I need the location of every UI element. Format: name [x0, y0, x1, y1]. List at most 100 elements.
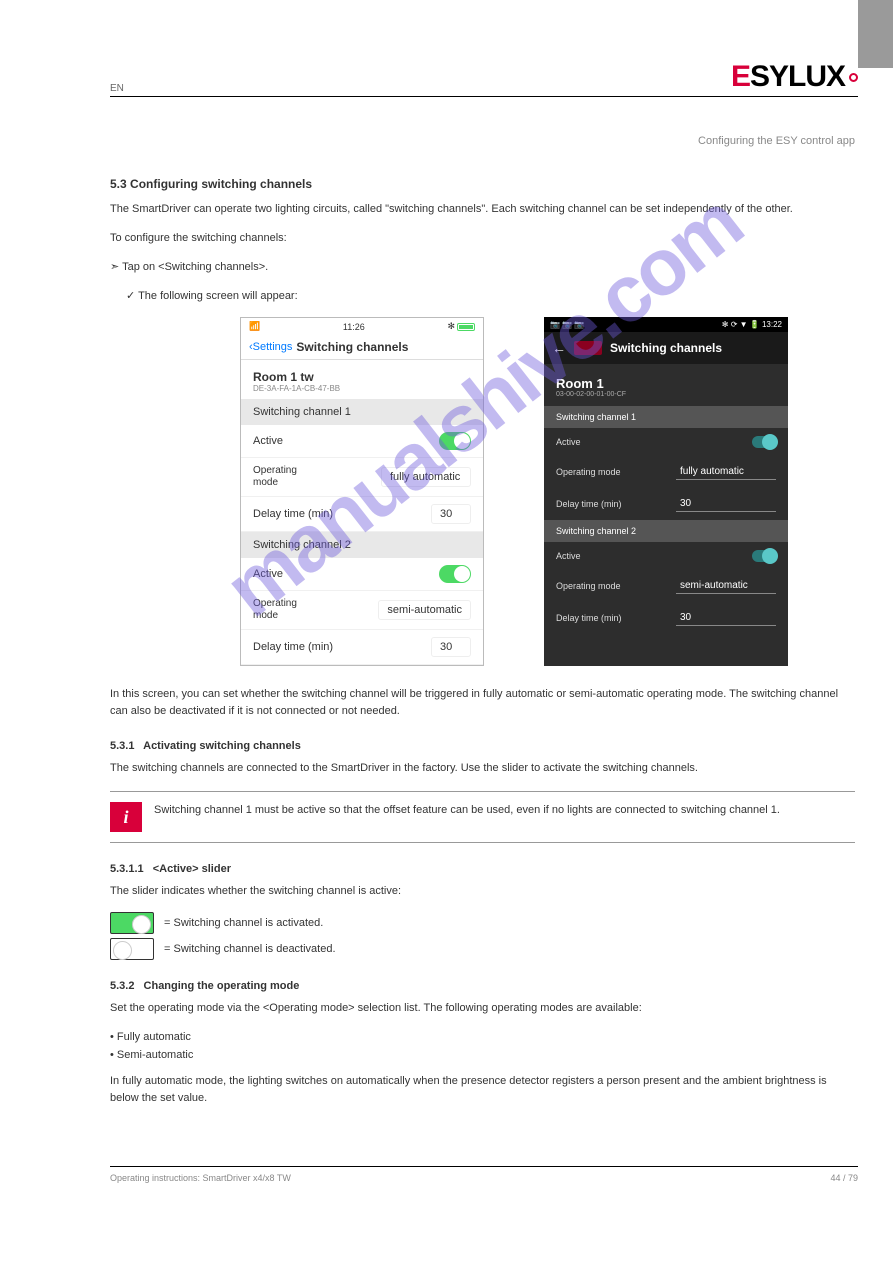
- steps-intro: To configure the switching channels:: [110, 230, 855, 247]
- android-ch2-opmode-row: Operating mode semi-automatic: [544, 570, 788, 602]
- toggle-on-example: = Switching channel is activated.: [110, 912, 855, 934]
- toggle-off-example: = Switching channel is deactivated.: [110, 938, 855, 960]
- android-status-right: ✻ ⟳ ▼ 🔋 13:22: [722, 320, 782, 329]
- explain-paragraph: In this screen, you can set whether the …: [110, 686, 855, 720]
- android-room-name: Room 1: [556, 376, 776, 391]
- ios-room-header: Room 1 tw DE-3A-FA-1A-CB-47-BB: [241, 360, 483, 399]
- battery-icon: [457, 323, 475, 331]
- header-lang: EN: [110, 83, 124, 94]
- intro-paragraph: The SmartDriver can operate two lighting…: [110, 201, 855, 218]
- ios-room-name: Room 1 tw: [253, 370, 471, 384]
- content: Configuring the ESY control app 5.3 Conf…: [110, 135, 855, 1119]
- opmode-bullets: Fully automatic Semi-automatic: [110, 1029, 855, 1064]
- sub3-intro: Set the operating mode via the <Operatin…: [110, 1000, 855, 1017]
- android-ch2-delay-label: Delay time (min): [556, 613, 622, 623]
- ios-ch2-delay-row: Delay time (min) 30: [241, 630, 483, 665]
- step-1-result: ✓ The following screen will appear:: [126, 288, 855, 305]
- android-ch1-active-toggle[interactable]: [752, 436, 776, 448]
- ios-back-button[interactable]: ‹ Settings: [249, 341, 292, 353]
- ios-ch1-opmode-select[interactable]: fully automatic: [381, 467, 471, 487]
- subsection-slider: 5.3.1.1 <Active> slider: [110, 863, 855, 875]
- android-room-header: Room 1 03-00-02-00-01-00-CF: [544, 364, 788, 406]
- android-ch1-delay-field[interactable]: 30: [676, 496, 776, 512]
- ios-back-label: Settings: [253, 341, 293, 353]
- ios-screenshot: 📶 11:26 ✻ ‹ Settings Switching channels …: [240, 317, 484, 666]
- sub3-title: Changing the operating mode: [144, 980, 300, 992]
- android-ch2-active-row: Active: [544, 542, 788, 570]
- sub2-num: 5.3.1.1: [110, 863, 144, 875]
- android-ch2-header: Switching channel 2: [544, 520, 788, 542]
- ios-ch2-delay-field[interactable]: 30: [431, 637, 471, 657]
- wifi-icon: 📶: [249, 321, 260, 332]
- android-back-button[interactable]: ←: [552, 340, 566, 356]
- android-status-left: 📷 📷 📷: [550, 320, 584, 329]
- bullet-full-auto: Fully automatic: [110, 1029, 855, 1047]
- bluetooth-icon: ✻: [447, 321, 455, 332]
- footer-left: Operating instructions: SmartDriver x4/x…: [110, 1173, 291, 1183]
- android-statusbar: 📷 📷 📷 ✻ ⟳ ▼ 🔋 13:22: [544, 317, 788, 332]
- footer-right: 44 / 79: [830, 1173, 858, 1183]
- android-ch2-delay-row: Delay time (min) 30: [544, 602, 788, 634]
- page-subtitle: Configuring the ESY control app: [110, 135, 855, 147]
- info-callout: i Switching channel 1 must be active so …: [110, 791, 855, 843]
- android-ch2-delay-field[interactable]: 30: [676, 610, 776, 626]
- sub1-num: 5.3.1: [110, 740, 134, 752]
- android-nav-title: Switching channels: [610, 341, 722, 355]
- ios-ch2-opmode-select[interactable]: semi-automatic: [378, 600, 471, 620]
- ios-ch1-delay-field[interactable]: 30: [431, 504, 471, 524]
- subsection-opmode: 5.3.2 Changing the operating mode: [110, 980, 855, 992]
- ios-ch1-header: Switching channel 1: [241, 399, 483, 425]
- android-room-id: 03-00-02-00-01-00-CF: [556, 391, 776, 398]
- ios-ch2-header: Switching channel 2: [241, 532, 483, 558]
- toggle-off-icon: [110, 938, 154, 960]
- ios-ch2-opmode-row: Operating mode semi-automatic: [241, 591, 483, 630]
- sub1-text: The switching channels are connected to …: [110, 760, 855, 777]
- android-nav: ← Switching channels: [544, 332, 788, 364]
- ios-ch2-active-row: Active: [241, 558, 483, 591]
- toggle-on-text: = Switching channel is activated.: [164, 917, 323, 929]
- logo-accent: E: [731, 60, 750, 94]
- android-ch1-opmode-row: Operating mode fully automatic: [544, 456, 788, 488]
- android-ch2-active-label: Active: [556, 551, 581, 561]
- section-title-text: Configuring switching channels: [130, 177, 312, 191]
- ios-time: 11:26: [343, 322, 365, 332]
- subsection-activating: 5.3.1 Activating switching channels: [110, 740, 855, 752]
- sub3-text2: In fully automatic mode, the lighting sw…: [110, 1073, 855, 1107]
- ios-nav: ‹ Settings Switching channels: [241, 335, 483, 360]
- android-ch1-header: Switching channel 1: [544, 406, 788, 428]
- page-footer: Operating instructions: SmartDriver x4/x…: [110, 1166, 858, 1183]
- android-ch2-active-toggle[interactable]: [752, 550, 776, 562]
- logo-text: SYLUX: [750, 60, 845, 94]
- step-1: ➣ Tap on <Switching channels>.: [110, 259, 855, 276]
- ios-ch1-active-toggle[interactable]: [439, 432, 471, 450]
- android-ch1-delay-row: Delay time (min) 30: [544, 488, 788, 520]
- toggle-on-icon: [110, 912, 154, 934]
- bullet-semi-auto: Semi-automatic: [110, 1047, 855, 1065]
- ios-battery: ✻: [447, 321, 475, 332]
- ios-ch1-active-label: Active: [253, 435, 283, 447]
- sub2-intro: The slider indicates whether the switchi…: [110, 883, 855, 900]
- ios-ch2-active-toggle[interactable]: [439, 565, 471, 583]
- section-heading: 5.3 Configuring switching channels: [110, 177, 855, 191]
- android-app-logo: [574, 341, 602, 355]
- toggle-off-text: = Switching channel is deactivated.: [164, 943, 336, 955]
- android-ch2-opmode-label: Operating mode: [556, 581, 621, 591]
- android-ch1-active-row: Active: [544, 428, 788, 456]
- ios-ch1-opmode-row: Operating mode fully automatic: [241, 458, 483, 497]
- ios-ch2-opmode-label: Operating mode: [253, 598, 297, 622]
- android-screenshot: 📷 📷 📷 ✻ ⟳ ▼ 🔋 13:22 ← Switching channels…: [544, 317, 788, 666]
- android-ch2-opmode-select[interactable]: semi-automatic: [676, 578, 776, 594]
- android-ch1-opmode-label: Operating mode: [556, 467, 621, 477]
- ios-ch1-delay-row: Delay time (min) 30: [241, 497, 483, 532]
- android-ch1-delay-label: Delay time (min): [556, 499, 622, 509]
- ios-statusbar: 📶 11:26 ✻: [241, 318, 483, 335]
- sub3-num: 5.3.2: [110, 980, 134, 992]
- info-icon: i: [110, 802, 142, 832]
- ios-ch2-delay-label: Delay time (min): [253, 641, 333, 653]
- ios-ch1-delay-label: Delay time (min): [253, 508, 333, 520]
- android-ch1-opmode-select[interactable]: fully automatic: [676, 464, 776, 480]
- sub1-title: Activating switching channels: [143, 740, 301, 752]
- section-num: 5.3: [110, 177, 127, 191]
- logo-dot-icon: [849, 73, 858, 82]
- page-edge-tab: [858, 0, 893, 68]
